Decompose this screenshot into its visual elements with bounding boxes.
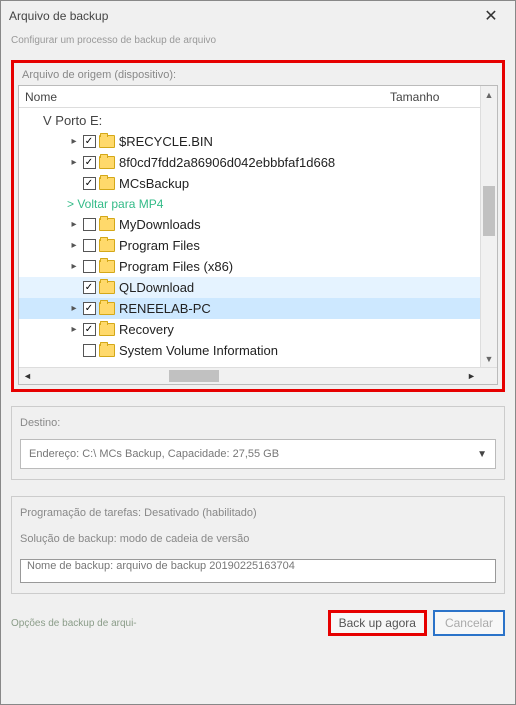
backup-name-input[interactable]: Nome de backup: arquivo de backup 201902… xyxy=(20,559,496,583)
hscroll-thumb[interactable] xyxy=(169,370,219,382)
backup-dialog: Arquivo de backup ✕ Configurar um proces… xyxy=(0,0,516,705)
window-subtitle: Configurar um processo de backup de arqu… xyxy=(1,31,515,54)
destination-label: Destino: xyxy=(20,417,496,429)
scroll-left-arrow-icon[interactable]: ◄ xyxy=(19,368,36,384)
vscroll-thumb[interactable] xyxy=(483,186,495,236)
checkbox[interactable] xyxy=(83,281,96,294)
expand-toggle-icon[interactable]: ▸ xyxy=(67,303,81,314)
checkbox[interactable] xyxy=(83,135,96,148)
window-title: Arquivo de backup xyxy=(9,9,475,23)
tree-row[interactable]: ▸ Program Files xyxy=(19,235,480,256)
solution-line: Solução de backup: modo de cadeia de ver… xyxy=(20,533,496,545)
checkbox[interactable] xyxy=(83,344,96,357)
column-size[interactable]: Tamanho xyxy=(390,90,480,104)
tree-item-label: MCsBackup xyxy=(119,176,189,191)
backup-name-value: arquivo de backup 20190225163704 xyxy=(116,560,295,572)
backup-options-link[interactable]: Opções de backup de arqui- xyxy=(11,618,137,629)
checkbox[interactable] xyxy=(83,156,96,169)
checkbox[interactable] xyxy=(83,260,96,273)
source-group: Arquivo de origem (dispositivo): Nome Ta… xyxy=(11,60,505,392)
checkbox[interactable] xyxy=(83,302,96,315)
checkbox[interactable] xyxy=(83,177,96,190)
footer: Opções de backup de arqui- Back up agora… xyxy=(1,604,515,646)
destination-value: Endereço: C:\ MCs Backup, Capacidade: 27… xyxy=(29,448,279,460)
tree-row[interactable]: ▸ Program Files (x86) xyxy=(19,256,480,277)
folder-icon xyxy=(99,323,115,336)
solution-label: Solução de backup: xyxy=(20,533,117,545)
expand-toggle-icon[interactable]: ▸ xyxy=(67,219,81,230)
folder-icon xyxy=(99,302,115,315)
expand-toggle-icon[interactable]: ▸ xyxy=(67,240,81,251)
expand-toggle-icon[interactable]: ▸ xyxy=(67,261,81,272)
backup-name-label: Nome de backup: xyxy=(27,560,113,572)
tree-body[interactable]: V Porto E: ▸ $RECYCLE.BIN ▸ 8f0cd7fdd2a8690… xyxy=(19,108,497,367)
tree-item-label: 8f0cd7fdd2a86906d042ebbbfaf1d668 xyxy=(119,155,335,170)
tree-row[interactable]: MCsBackup xyxy=(19,173,480,194)
solution-value[interactable]: modo de cadeia de versão xyxy=(120,533,250,545)
tree-item-label: Recovery xyxy=(119,322,174,337)
tree-row[interactable]: ▸ Recovery xyxy=(19,319,480,340)
tree-item-label: MyDownloads xyxy=(119,217,201,232)
tree-row[interactable]: ▸ $RECYCLE.BIN xyxy=(19,131,480,152)
schedule-value[interactable]: Desativado (habilitado) xyxy=(144,507,257,519)
tree-item-label: Program Files (x86) xyxy=(119,259,233,274)
schedule-label: Programação de tarefas: xyxy=(20,507,141,519)
chevron-down-icon: ▼ xyxy=(477,449,487,460)
cancel-button[interactable]: Cancelar xyxy=(433,610,505,636)
column-name[interactable]: Nome xyxy=(19,90,390,104)
folder-icon xyxy=(99,177,115,190)
scroll-up-arrow-icon[interactable]: ▲ xyxy=(481,86,497,103)
expand-toggle-icon[interactable]: ▸ xyxy=(67,324,81,335)
folder-icon xyxy=(99,135,115,148)
destination-select[interactable]: Endereço: C:\ MCs Backup, Capacidade: 27… xyxy=(20,439,496,469)
folder-icon xyxy=(99,344,115,357)
close-icon: ✕ xyxy=(484,6,497,26)
tree-item-label: RENEELAB-PC xyxy=(119,301,211,316)
expand-toggle-icon[interactable]: ▸ xyxy=(67,157,81,168)
vertical-scrollbar[interactable]: ▲ ▼ xyxy=(480,86,497,367)
file-tree[interactable]: Nome Tamanho V Porto E: ▸ $RECYCLE.BIN ▸ 8f… xyxy=(18,85,498,385)
tree-header: Nome Tamanho xyxy=(19,86,497,108)
horizontal-scrollbar[interactable]: ◄ ► xyxy=(19,367,497,384)
checkbox[interactable] xyxy=(83,239,96,252)
tree-row[interactable]: System Volume Information xyxy=(19,340,480,361)
folder-icon xyxy=(99,218,115,231)
tree-item-label: Program Files xyxy=(119,238,200,253)
titlebar: Arquivo de backup ✕ xyxy=(1,1,515,31)
folder-icon xyxy=(99,156,115,169)
folder-icon xyxy=(99,260,115,273)
tree-item-label: $RECYCLE.BIN xyxy=(119,134,213,149)
expand-toggle-icon[interactable]: ▸ xyxy=(67,136,81,147)
tree-root[interactable]: V Porto E: xyxy=(19,110,480,131)
scroll-right-arrow-icon[interactable]: ► xyxy=(463,368,480,384)
checkbox[interactable] xyxy=(83,323,96,336)
tree-row[interactable]: ▸ 8f0cd7fdd2a86906d042ebbbfaf1d668 xyxy=(19,152,480,173)
tree-row[interactable]: QLDownload xyxy=(19,277,480,298)
checkbox[interactable] xyxy=(83,218,96,231)
back-link[interactable]: > Voltar para MP4 xyxy=(19,194,480,214)
tree-row[interactable]: ▸ MyDownloads xyxy=(19,214,480,235)
tree-item-label: System Volume Information xyxy=(119,343,278,358)
scroll-down-arrow-icon[interactable]: ▼ xyxy=(481,350,497,367)
drive-label: V Porto E: xyxy=(19,113,102,128)
tree-row[interactable]: ▸ RENEELAB-PC xyxy=(19,298,480,319)
source-group-label: Arquivo de origem (dispositivo): xyxy=(20,69,178,81)
schedule-line: Programação de tarefas: Desativado (habi… xyxy=(20,507,496,519)
settings-group: Programação de tarefas: Desativado (habi… xyxy=(11,496,505,594)
folder-icon xyxy=(99,239,115,252)
tree-item-label: QLDownload xyxy=(119,280,194,295)
backup-now-button[interactable]: Back up agora xyxy=(328,610,427,636)
close-button[interactable]: ✕ xyxy=(475,2,507,30)
folder-icon xyxy=(99,281,115,294)
destination-group: Destino: Endereço: C:\ MCs Backup, Capac… xyxy=(11,406,505,480)
